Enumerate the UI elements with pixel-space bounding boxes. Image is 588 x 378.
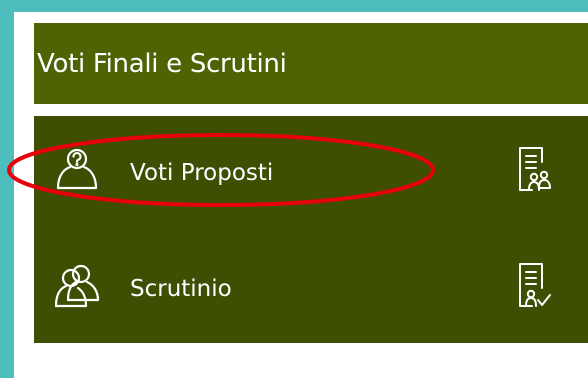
document-users-icon <box>519 147 551 191</box>
menu-list: Voti Proposti Scrutinio <box>34 116 588 343</box>
user-question-icon <box>56 148 98 190</box>
menu-item-label: Voti Proposti <box>130 160 274 186</box>
users-icon <box>54 264 100 308</box>
menu-item-label: Scrutinio <box>130 276 232 302</box>
section-title: Voti Finali e Scrutini <box>37 48 287 79</box>
document-check-icon <box>519 263 551 307</box>
menu-item-voti-proposti[interactable]: Voti Proposti <box>34 124 588 224</box>
menu-item-scrutinio[interactable]: Scrutinio <box>34 244 588 344</box>
section-header: Voti Finali e Scrutini <box>34 23 588 104</box>
content-panel: Voti Finali e Scrutini Voti Proposti Scr… <box>14 12 588 378</box>
